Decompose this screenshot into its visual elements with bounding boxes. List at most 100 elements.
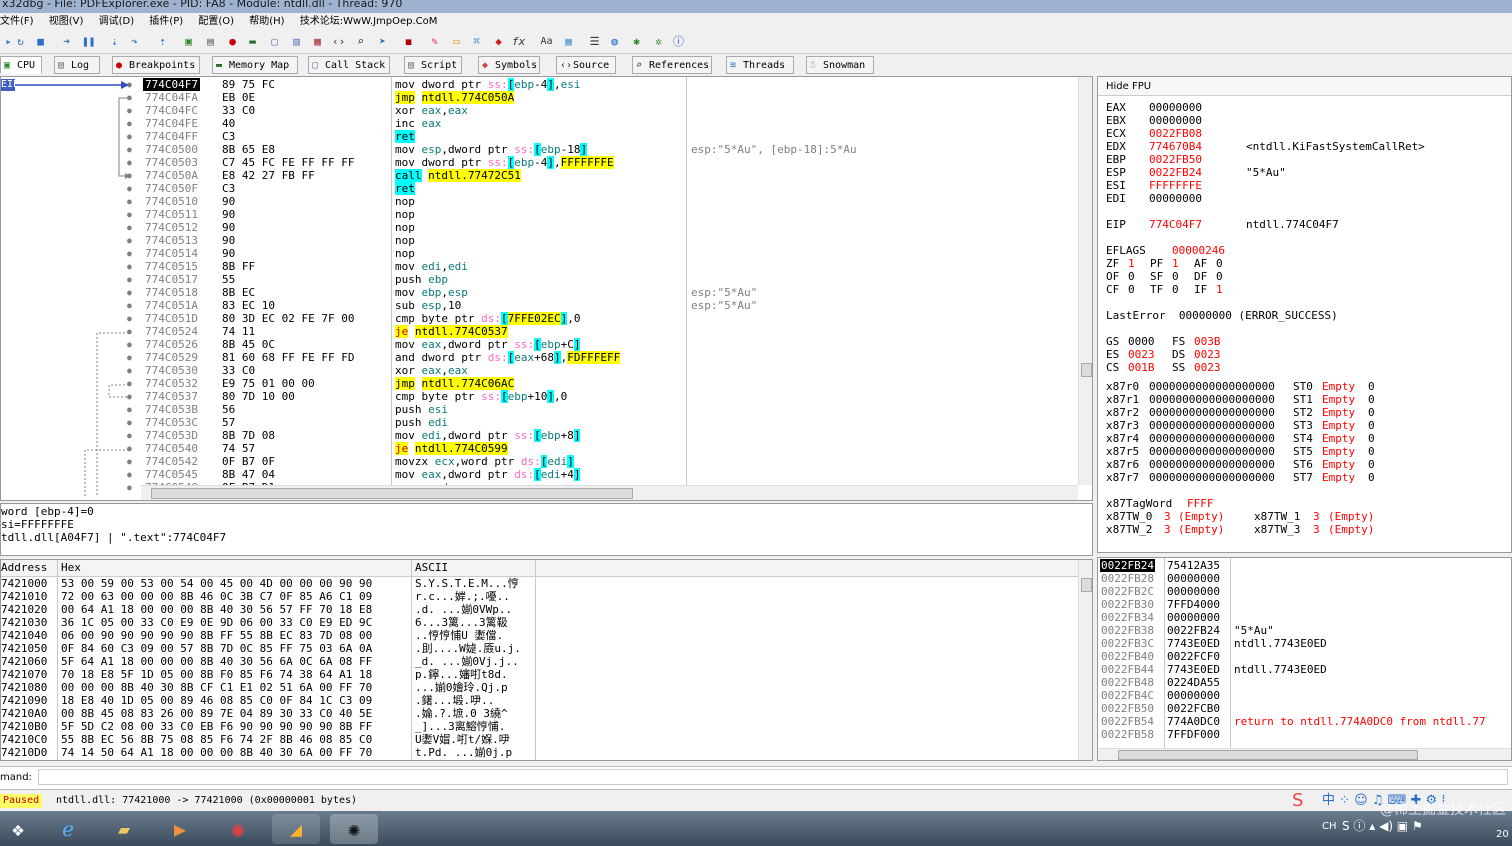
x87-register-name[interactable]: x87r7 (1106, 471, 1139, 484)
list-icon[interactable]: ☰ (588, 35, 601, 48)
x87-tag-word-field[interactable]: x87TW_0 (1106, 510, 1152, 523)
segment-register-name[interactable]: SS (1172, 361, 1185, 374)
disassembly-row[interactable]: ● 774C0517 55 push ebp (1, 273, 1079, 286)
flag-name[interactable]: SF (1150, 270, 1163, 283)
disassembly-row[interactable]: ● 774C050A E8 42 27 FB FF call ntdll.77472C… (1, 169, 1079, 182)
disassembly-row[interactable]: ● 774C0542 0F B7 0F movzx ecx,word ptr ds:[… (1, 455, 1079, 468)
segment-register-name[interactable]: FS (1172, 335, 1185, 348)
flag-name[interactable]: CF (1106, 283, 1119, 296)
tab-references[interactable]: ⌕ References (632, 56, 712, 74)
bookmark-icon[interactable]: ◆ (492, 35, 505, 48)
flag-value[interactable]: 1 (1172, 257, 1179, 270)
register-name[interactable]: EBX (1106, 114, 1126, 127)
label-icon[interactable]: ⌘ (470, 35, 483, 48)
disassembly-row[interactable]: ● 774C0540 74 57 je ntdll.774C0599 (1, 442, 1079, 455)
x87-tag-word-field[interactable]: (Empty) (1178, 523, 1224, 536)
register-name[interactable]: ECX (1106, 127, 1126, 140)
disassembly-row[interactable]: ● 774C0511 90 nop (1, 208, 1079, 221)
disassembly-row[interactable]: ● 774C0532 E9 75 01 00 00 jmp ntdll.774C06A… (1, 377, 1079, 390)
x87-register-value[interactable]: 0000000000000000000 (1149, 380, 1275, 393)
tab-symbols[interactable]: ◆ Symbols (478, 56, 540, 74)
register-name[interactable]: EIP (1106, 218, 1126, 231)
dump-row[interactable]: 74210D0 74 14 50 64 A1 18 00 00 00 8B 40 … (1, 746, 1079, 759)
x87-tag-word-field[interactable]: x87TW_3 (1254, 523, 1300, 536)
stack-row[interactable]: 0022FB40 0022FCF0 (1098, 650, 1511, 663)
stack-row[interactable]: 0022FB38 0022FB24 "5*Au" (1098, 624, 1511, 637)
x87-register-value[interactable]: 0000000000000000000 (1149, 458, 1275, 471)
register-name[interactable]: EDI (1106, 192, 1126, 205)
file-explorer-icon[interactable]: ▰ (104, 814, 144, 844)
x87-register-value[interactable]: 0000000000000000000 (1149, 393, 1275, 406)
disassembly-row[interactable]: ● 774C04F7 89 75 FC mov dword ptr ss:[ebp-4… (1, 78, 1079, 91)
menu-debug[interactable]: 调试(D) (99, 16, 135, 27)
x87-register-name[interactable]: x87r2 (1106, 406, 1139, 419)
register-value[interactable]: 0022FB08 (1149, 127, 1202, 140)
system-tray-icons[interactable]: S ⓘ ▴ ◀) ▣ ⚑ (1342, 817, 1423, 834)
flag-name[interactable]: OF (1106, 270, 1119, 283)
document-icon[interactable]: ▤ (204, 35, 217, 48)
register-name[interactable]: EDX (1106, 140, 1126, 153)
x87-register-value[interactable]: 0000000000000000000 (1149, 406, 1275, 419)
code-icon[interactable]: ‹› (332, 35, 345, 48)
pause-icon[interactable]: ❚❚ (82, 35, 95, 48)
execute-till-return-icon[interactable]: ⇡ (156, 35, 169, 48)
settings-icon[interactable]: ✱ (630, 35, 643, 48)
dump-row[interactable]: 7421080 00 00 00 8B 40 30 8B CF C1 E1 02 … (1, 681, 1079, 694)
font-icon[interactable]: Aa (540, 35, 553, 48)
scrollbar-thumb[interactable] (1081, 578, 1092, 592)
dump-header-ascii[interactable]: ASCII (415, 561, 448, 574)
disassembly-row[interactable]: ● 774C053D 8B 7D 08 mov edi,dword ptr ss:[e… (1, 429, 1079, 442)
stack-row[interactable]: 0022FB50 0022FCB0 (1098, 702, 1511, 715)
tab-log[interactable]: ▤ Log (54, 56, 100, 74)
disassembly-row[interactable]: ● 774C0518 8B EC mov ebp,esp esp:"5*Au" (1, 286, 1079, 299)
scrollbar-thumb[interactable] (151, 488, 633, 499)
x87-register-name[interactable]: x87r6 (1106, 458, 1139, 471)
x87-tag-word-field[interactable]: 3 (1313, 510, 1320, 523)
tab-snowman[interactable]: ☃ Snowman (806, 56, 874, 74)
breakpoint-toggle-icon[interactable]: ● (226, 35, 239, 48)
register-value[interactable]: FFFF (1187, 497, 1214, 510)
globe-icon[interactable]: ◍ (608, 35, 621, 48)
dump-row[interactable]: 74210B0 5F 5D C2 08 00 33 C0 EB F6 90 90 … (1, 720, 1079, 733)
tab-source[interactable]: ‹› Source (556, 56, 616, 74)
dump-vertical-scrollbar[interactable] (1078, 560, 1092, 760)
flag-name[interactable]: PF (1150, 257, 1163, 270)
ime-indicator[interactable]: CH (1322, 821, 1337, 832)
chrome-icon[interactable]: ◉ (218, 814, 258, 844)
trace-icon[interactable]: ▣ (182, 35, 195, 48)
stack-row[interactable]: 0022FB4C 00000000 (1098, 689, 1511, 702)
registers-pane[interactable]: Hide FPU EAX 00000000 EBX 00000000 ECX 0022FB… (1097, 76, 1512, 553)
disassembly-row[interactable]: ● 774C0524 74 11 je ntdll.774C0537 (1, 325, 1079, 338)
disassembly-row[interactable]: ● 774C0537 80 7D 10 00 cmp byte ptr ss:[ebp… (1, 390, 1079, 403)
stack-row[interactable]: 0022FB2C 00000000 (1098, 585, 1511, 598)
register-value[interactable]: 00000000 (1149, 192, 1202, 205)
segment-register-name[interactable]: DS (1172, 348, 1185, 361)
disassembly-row[interactable]: ● 774C053B 56 push esi (1, 403, 1079, 416)
scrollbar-thumb[interactable] (1118, 750, 1418, 760)
x87-register-name[interactable]: x87r5 (1106, 445, 1139, 458)
menu-plugins[interactable]: 插件(P) (149, 16, 183, 27)
dump-header-address[interactable]: Address (1, 561, 47, 574)
comment-icon[interactable]: ▭ (450, 35, 463, 48)
x87-register-name[interactable]: x87r3 (1106, 419, 1139, 432)
flag-name[interactable]: AF (1194, 257, 1207, 270)
media-player-icon[interactable]: ▶ (160, 814, 200, 844)
register-name[interactable]: x87TagWord (1106, 497, 1172, 510)
stack-row[interactable]: 0022FB3C 7743E0ED ntdll.7743E0ED (1098, 637, 1511, 650)
disassembly-row[interactable]: ● 774C0530 33 C0 xor eax,eax (1, 364, 1079, 377)
disassembly-row[interactable]: ● 774C0512 90 nop (1, 221, 1079, 234)
dump-row[interactable]: 7421050 0F 84 60 C3 09 00 57 8B 7D 0C 85 … (1, 642, 1079, 655)
x87-tag-word-field[interactable]: x87TW_2 (1106, 523, 1152, 536)
sogou-ime-icon[interactable]: S (1292, 791, 1303, 811)
x87-tag-word-field[interactable]: (Empty) (1178, 510, 1224, 523)
disassembly-row[interactable]: ● 774C0545 8B 47 04 mov eax,dword ptr ds:[e… (1, 468, 1079, 481)
flag-value[interactable]: 0 (1216, 270, 1223, 283)
dump-row[interactable]: 7421060 5F 64 A1 18 00 00 00 8B 40 30 56 … (1, 655, 1079, 668)
dump-row[interactable]: 7421040 06 00 90 90 90 90 90 8B FF 55 8B … (1, 629, 1079, 642)
segment-register-value[interactable]: 0023 (1194, 348, 1221, 361)
x87-tag-word-field[interactable]: x87TW_1 (1254, 510, 1300, 523)
x87-register-value[interactable]: 0000000000000000000 (1149, 471, 1275, 484)
disassembly-row[interactable]: ● 774C0529 81 60 68 FF FE FF FD and dword p… (1, 351, 1079, 364)
stack-row[interactable]: 0022FB44 7743E0ED ntdll.7743E0ED (1098, 663, 1511, 676)
segment-register-value[interactable]: 0023 (1194, 361, 1221, 374)
